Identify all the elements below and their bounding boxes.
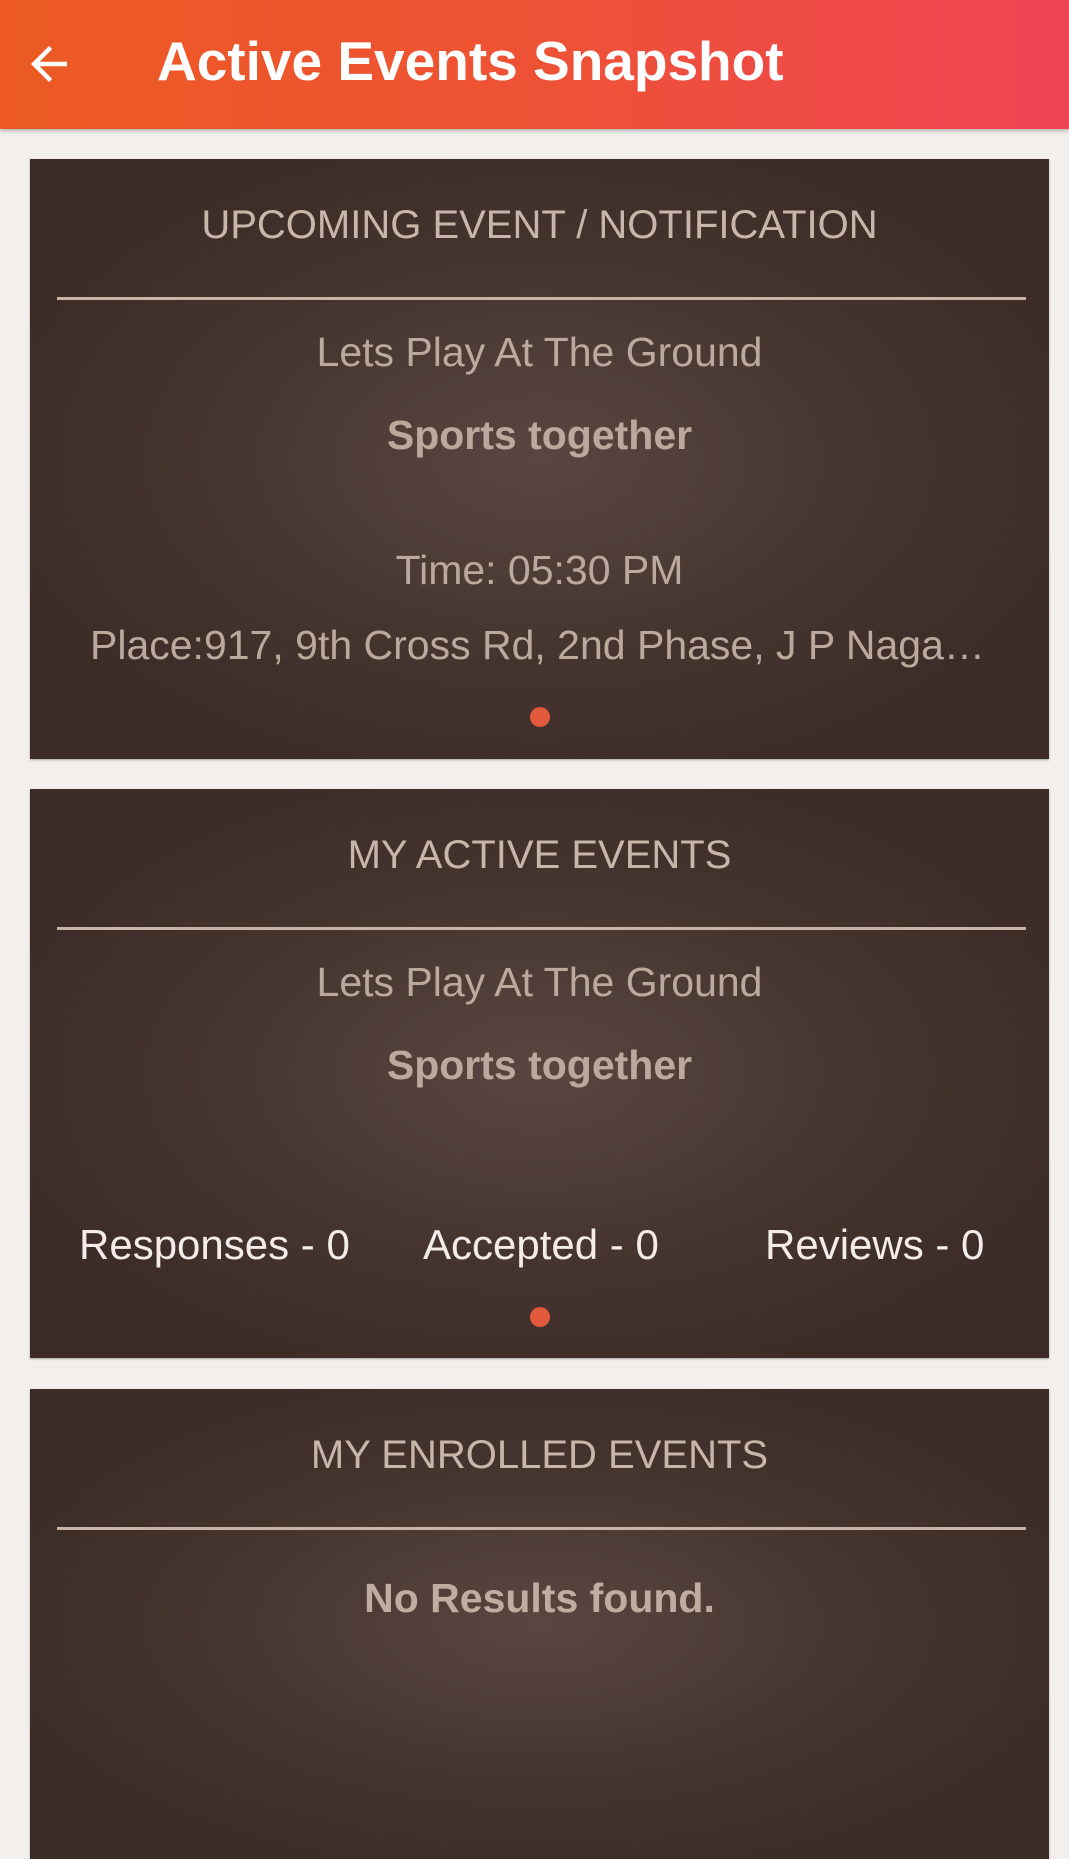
active-event-category: Sports together bbox=[386, 1042, 693, 1088]
reviews-count[interactable]: Reviews - 0 bbox=[765, 1221, 984, 1269]
responses-count[interactable]: Responses - 0 bbox=[79, 1221, 350, 1269]
page-title: Active Events Snapshot bbox=[157, 30, 784, 92]
active-divider bbox=[57, 927, 1026, 930]
upcoming-event-place: Place:917, 9th Cross Rd, 2nd Phase, J P … bbox=[90, 622, 989, 668]
app-bar: Active Events Snapshot bbox=[0, 0, 1069, 129]
upcoming-event-name: Lets Play At The Ground bbox=[316, 329, 763, 375]
upcoming-event-category: Sports together bbox=[386, 412, 693, 458]
active-events-card[interactable]: MY ACTIVE EVENTS Lets Play At The Ground… bbox=[30, 789, 1049, 1358]
upcoming-event-header: UPCOMING EVENT / NOTIFICATION bbox=[201, 203, 878, 247]
enrolled-divider bbox=[57, 1527, 1026, 1530]
back-button[interactable] bbox=[14, 22, 84, 106]
upcoming-divider bbox=[57, 297, 1026, 300]
active-event-name: Lets Play At The Ground bbox=[316, 959, 763, 1005]
enrolled-empty-message: No Results found. bbox=[364, 1575, 715, 1621]
enrolled-events-card: MY ENROLLED EVENTS No Results found. bbox=[30, 1389, 1049, 1859]
accepted-count[interactable]: Accepted - 0 bbox=[423, 1221, 659, 1269]
enrolled-events-header: MY ENROLLED EVENTS bbox=[310, 1433, 769, 1477]
active-events-header: MY ACTIVE EVENTS bbox=[347, 833, 732, 877]
upcoming-event-card[interactable]: UPCOMING EVENT / NOTIFICATION Lets Play … bbox=[30, 159, 1049, 759]
active-page-indicator-dot[interactable] bbox=[530, 1307, 550, 1327]
upcoming-page-indicator-dot[interactable] bbox=[530, 707, 550, 727]
arrow-left-icon bbox=[31, 46, 67, 82]
upcoming-event-time: Time: 05:30 PM bbox=[395, 547, 684, 593]
